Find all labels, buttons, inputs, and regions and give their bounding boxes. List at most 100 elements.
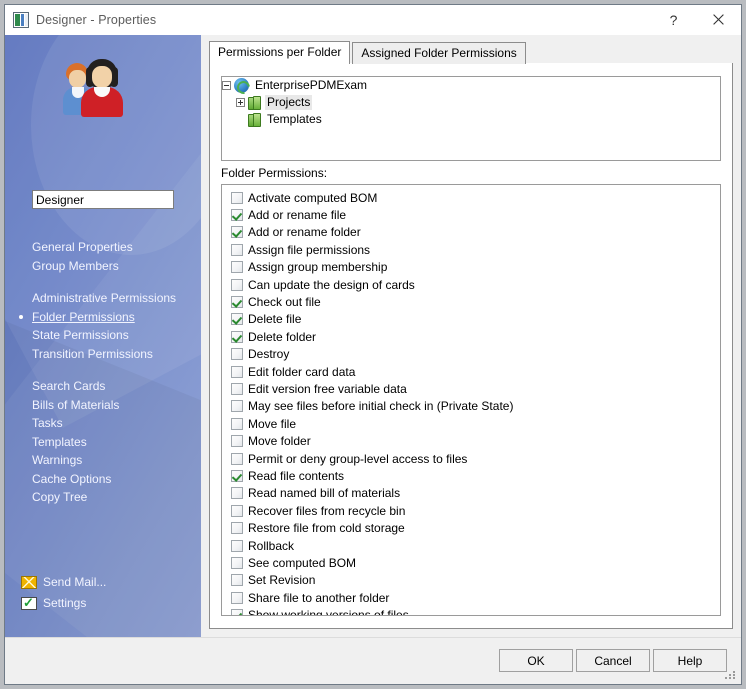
sidebar-item-warnings[interactable]: Warnings: [32, 451, 197, 470]
permission-checkbox[interactable]: [231, 417, 243, 430]
ok-button[interactable]: OK: [499, 649, 573, 672]
expand-plus-icon[interactable]: [236, 98, 245, 107]
permission-checkbox[interactable]: [231, 435, 243, 448]
permission-label: Permit or deny group-level access to fil…: [248, 451, 468, 466]
sidebar-item-state-permissions[interactable]: State Permissions: [32, 326, 197, 345]
cancel-button[interactable]: Cancel: [576, 649, 650, 672]
nav-group-general: General Properties Group Members: [32, 238, 197, 275]
close-icon-button[interactable]: [696, 5, 741, 34]
permission-row[interactable]: Destroy: [225, 346, 720, 363]
permission-label: Destroy: [248, 347, 290, 362]
permission-label: Add or rename file: [248, 208, 347, 223]
help-button[interactable]: Help: [653, 649, 727, 672]
sidebar-item-general-properties[interactable]: General Properties: [32, 238, 197, 257]
tab-strip: Permissions per Folder Assigned Folder P…: [209, 41, 733, 65]
sidebar-item-administrative-permissions[interactable]: Administrative Permissions: [32, 289, 197, 308]
settings-checkmark-icon: [21, 595, 37, 611]
permission-label: Set Revision: [248, 573, 316, 588]
permission-checkbox[interactable]: [231, 382, 243, 395]
permission-row[interactable]: Read named bill of materials: [225, 485, 720, 502]
permission-row[interactable]: May see files before initial check in (P…: [225, 398, 720, 415]
resize-grip[interactable]: [725, 669, 737, 681]
sidebar-item-cache-options[interactable]: Cache Options: [32, 470, 197, 489]
permission-checkbox[interactable]: [231, 469, 243, 482]
group-name-input[interactable]: [32, 190, 174, 209]
send-mail-label: Send Mail...: [43, 575, 107, 589]
permission-row[interactable]: Permit or deny group-level access to fil…: [225, 450, 720, 467]
permission-checkbox[interactable]: [231, 209, 243, 222]
permission-row[interactable]: Move folder: [225, 432, 720, 449]
permission-row[interactable]: Set Revision: [225, 572, 720, 589]
permission-row[interactable]: Read file contents: [225, 467, 720, 484]
permission-label: Assign file permissions: [248, 242, 371, 257]
tab-permissions-per-folder[interactable]: Permissions per Folder: [209, 41, 351, 65]
sidebar-item-tasks[interactable]: Tasks: [32, 414, 197, 433]
sidebar-item-copy-tree[interactable]: Copy Tree: [32, 488, 197, 507]
permission-checkbox[interactable]: [231, 330, 243, 343]
permission-checkbox[interactable]: [231, 591, 243, 604]
sidebar-item-group-members[interactable]: Group Members: [32, 257, 197, 276]
permission-checkbox[interactable]: [231, 487, 243, 500]
permission-row[interactable]: See computed BOM: [225, 554, 720, 571]
permission-checkbox[interactable]: [231, 574, 243, 587]
permission-row[interactable]: Add or rename file: [225, 206, 720, 223]
permission-checkbox[interactable]: [231, 278, 243, 291]
permission-row[interactable]: Assign group membership: [225, 259, 720, 276]
permission-row[interactable]: Delete file: [225, 311, 720, 328]
permission-row[interactable]: Move file: [225, 415, 720, 432]
permission-row[interactable]: Show working versions of files: [225, 606, 720, 615]
sidebar-item-bills-of-materials[interactable]: Bills of Materials: [32, 396, 197, 415]
sidebar-item-settings[interactable]: Settings: [21, 594, 191, 612]
permission-checkbox[interactable]: [231, 243, 243, 256]
permission-row[interactable]: Edit folder card data: [225, 363, 720, 380]
tree-row[interactable]: Projects: [222, 94, 720, 111]
permission-checkbox[interactable]: [231, 609, 243, 615]
permission-checkbox[interactable]: [231, 226, 243, 239]
permission-row[interactable]: Edit version free variable data: [225, 380, 720, 397]
permission-checkbox[interactable]: [231, 504, 243, 517]
permission-checkbox[interactable]: [231, 365, 243, 378]
permission-row[interactable]: Add or rename folder: [225, 224, 720, 241]
folder-tree[interactable]: EnterprisePDMExam Projects Templates: [221, 76, 721, 161]
permission-row[interactable]: Assign file permissions: [225, 241, 720, 258]
settings-label: Settings: [43, 596, 87, 610]
permission-checkbox[interactable]: [231, 261, 243, 274]
permission-row[interactable]: Delete folder: [225, 328, 720, 345]
permission-label: Restore file from cold storage: [248, 521, 405, 536]
permission-checkbox[interactable]: [231, 522, 243, 535]
permission-checkbox[interactable]: [231, 313, 243, 326]
sidebar-item-transition-permissions[interactable]: Transition Permissions: [32, 345, 197, 364]
sidebar-item-search-cards[interactable]: Search Cards: [32, 377, 197, 396]
permission-checkbox[interactable]: [231, 191, 243, 204]
permission-checkbox[interactable]: [231, 452, 243, 465]
permission-row[interactable]: Can update the design of cards: [225, 276, 720, 293]
collapse-minus-icon[interactable]: [222, 81, 231, 90]
help-icon-button[interactable]: ?: [651, 5, 696, 34]
mail-icon: [21, 575, 37, 589]
tree-row[interactable]: Templates: [222, 111, 720, 128]
sidebar-item-templates[interactable]: Templates: [32, 433, 197, 452]
permission-row[interactable]: Restore file from cold storage: [225, 519, 720, 536]
folder-permissions-list[interactable]: Activate computed BOM Add or rename file…: [221, 184, 721, 616]
sidebar-item-send-mail[interactable]: Send Mail...: [21, 573, 191, 591]
permission-label: Rollback: [248, 538, 295, 553]
permission-checkbox[interactable]: [231, 400, 243, 413]
permission-checkbox[interactable]: [231, 348, 243, 361]
permission-row[interactable]: Activate computed BOM: [225, 189, 720, 206]
permission-row[interactable]: Rollback: [225, 537, 720, 554]
permission-checkbox[interactable]: [231, 539, 243, 552]
sidebar-item-folder-permissions[interactable]: Folder Permissions: [19, 308, 197, 327]
tab-panel: EnterprisePDMExam Projects Templates Fol…: [209, 63, 733, 629]
permission-checkbox[interactable]: [231, 296, 243, 309]
tab-assigned-folder-permissions[interactable]: Assigned Folder Permissions: [352, 42, 526, 64]
footer-button-group: OK Cancel Help: [496, 649, 727, 672]
permission-label: Edit folder card data: [248, 364, 356, 379]
permission-row[interactable]: Check out file: [225, 293, 720, 310]
permission-label: Add or rename folder: [248, 225, 361, 240]
permission-row[interactable]: Share file to another folder: [225, 589, 720, 606]
permission-label: Recover files from recycle bin: [248, 503, 406, 518]
permission-checkbox[interactable]: [231, 556, 243, 569]
permission-row[interactable]: Recover files from recycle bin: [225, 502, 720, 519]
permission-label: Move folder: [248, 434, 311, 449]
tree-row[interactable]: EnterprisePDMExam: [222, 77, 720, 94]
